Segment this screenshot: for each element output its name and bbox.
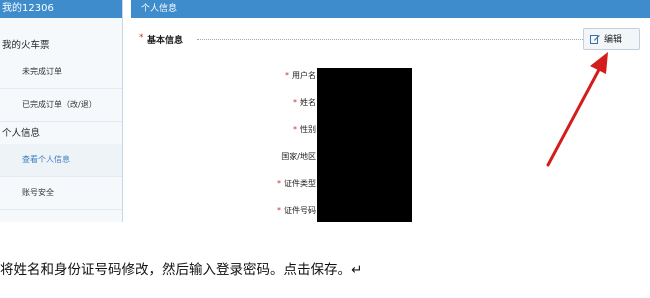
instruction-caption: 将姓名和身份证号码修改，然后输入登录密码。点击保存。↵ (0, 262, 363, 278)
red-arrow-annotation (546, 52, 608, 167)
